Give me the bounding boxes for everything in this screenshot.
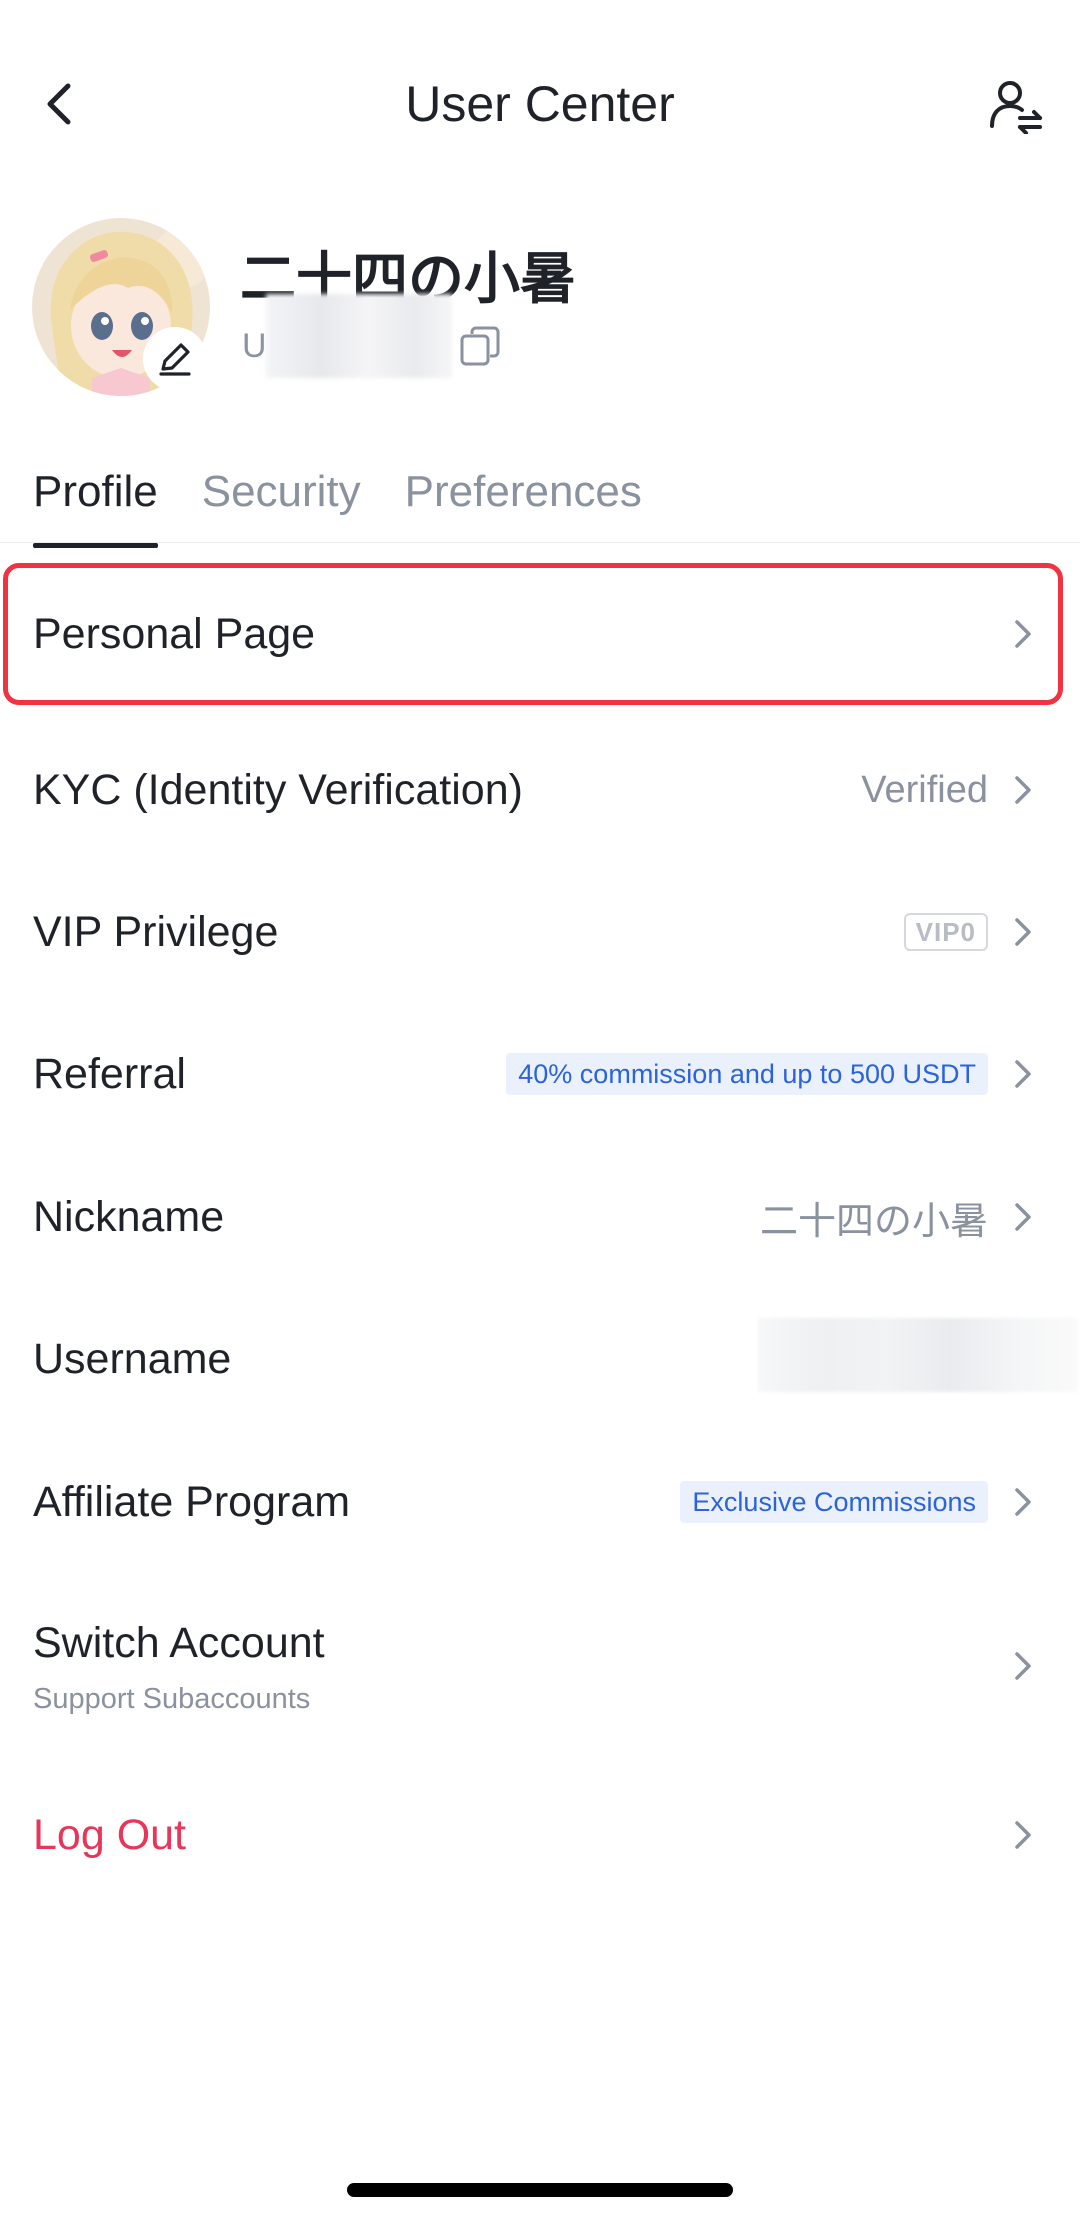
copy-icon [460, 326, 500, 366]
tab-profile[interactable]: Profile [33, 462, 158, 548]
chevron-right-icon [1015, 1203, 1031, 1231]
page-title: User Center [405, 76, 675, 132]
tab-preferences[interactable]: Preferences [405, 462, 642, 548]
menu-item-label: Switch Account [33, 1619, 325, 1667]
chevron-right-icon [1015, 1652, 1031, 1680]
menu-item-label: Referral [33, 1050, 186, 1098]
menu-item-affiliate[interactable]: Affiliate Program Exclusive Commissions [0, 1431, 1080, 1573]
affiliate-promo-badge: Exclusive Commissions [680, 1481, 988, 1523]
edit-avatar-button[interactable] [146, 330, 204, 388]
tabs-divider [0, 542, 1080, 543]
menu-item-label: Affiliate Program [33, 1478, 351, 1526]
menu-item-switch-account[interactable]: Switch Account Support Subaccounts [0, 1595, 1080, 1737]
chevron-right-icon [1015, 1488, 1031, 1516]
tab-bar: Profile Security Preferences [33, 462, 642, 548]
uid-redacted [266, 294, 452, 378]
menu-item-referral[interactable]: Referral 40% commission and up to 500 US… [0, 1003, 1080, 1145]
menu-item-label: Nickname [33, 1193, 225, 1241]
menu-item-personal-page[interactable]: Personal Page [0, 563, 1080, 705]
menu-item-nickname[interactable]: Nickname 二十四の小暑 [0, 1146, 1080, 1288]
logout-label: Log Out [33, 1811, 186, 1859]
chevron-right-icon [1015, 776, 1031, 804]
menu-item-logout[interactable]: Log Out [0, 1764, 1080, 1906]
back-button[interactable] [28, 72, 92, 136]
menu-item-label: Personal Page [33, 610, 316, 658]
kyc-status: Verified [861, 768, 988, 811]
menu-item-label: Username [33, 1335, 232, 1383]
switch-user-button[interactable] [980, 70, 1052, 142]
chevron-right-icon [1015, 918, 1031, 946]
pencil-icon [159, 343, 191, 376]
menu-item-kyc[interactable]: KYC (Identity Verification) Verified [0, 719, 1080, 861]
uid-label: U [242, 327, 267, 365]
tab-security[interactable]: Security [202, 462, 361, 548]
username-redacted [758, 1318, 1078, 1392]
nickname-value: 二十四の小暑 [759, 1198, 988, 1243]
menu-item-sublabel: Support Subaccounts [33, 1683, 311, 1715]
chevron-left-icon [47, 83, 71, 125]
chevron-right-icon [1015, 620, 1031, 648]
copy-uid-button[interactable] [458, 324, 502, 368]
vip-level-badge: VIP0 [903, 913, 988, 951]
chevron-right-icon [1015, 1821, 1031, 1849]
chevron-right-icon [1015, 1060, 1031, 1088]
referral-promo-badge: 40% commission and up to 500 USDT [506, 1053, 988, 1095]
user-switch-icon [990, 81, 1042, 134]
menu-item-vip[interactable]: VIP Privilege VIP0 [0, 861, 1080, 1003]
menu-item-label: KYC (Identity Verification) [33, 766, 523, 814]
home-indicator[interactable] [347, 2183, 733, 2197]
menu-item-label: VIP Privilege [33, 908, 279, 956]
